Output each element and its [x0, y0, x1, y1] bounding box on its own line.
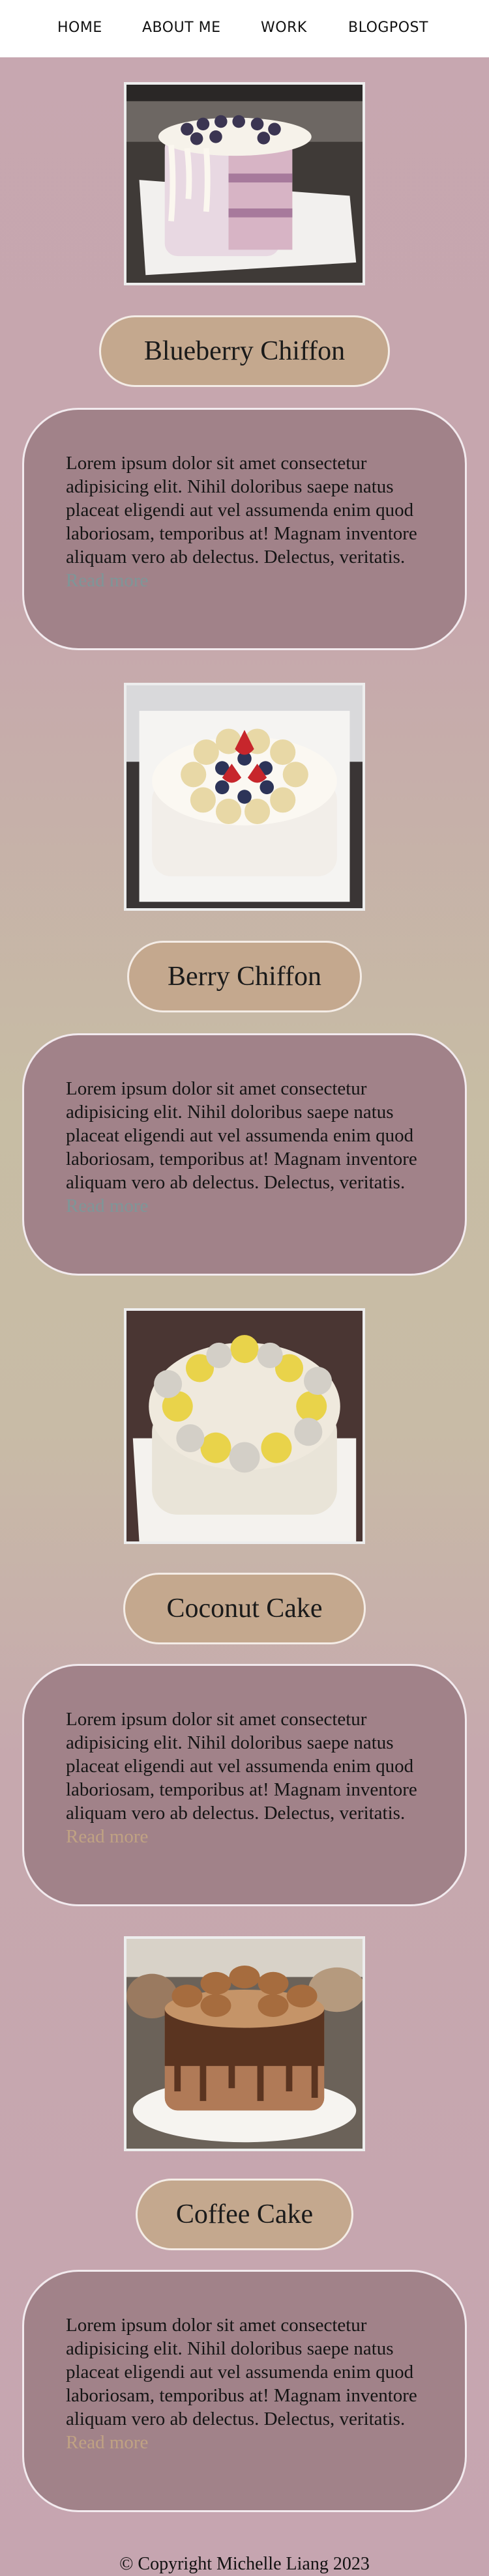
read-more-link[interactable]: Read more [66, 1826, 148, 1847]
nav-home-link[interactable]: HOME [57, 20, 102, 36]
berry-chiffon-photo [124, 683, 365, 911]
nav-about-me-link[interactable]: ABOUT ME [142, 20, 221, 36]
cake-description-text: Lorem ipsum dolor sit amet consectetur a… [66, 2315, 417, 2429]
cake-title-coconut-cake: Coconut Cake [123, 1573, 366, 1644]
cake-description-card: Lorem ipsum dolor sit amet consectetur a… [22, 408, 467, 650]
blueberry-chiffon-photo [124, 82, 365, 285]
nav-work-link[interactable]: WORK [261, 20, 307, 36]
cake-title-coffee-cake: Coffee Cake [136, 2179, 353, 2250]
cake-description-card: Lorem ipsum dolor sit amet consectetur a… [22, 2270, 467, 2512]
coffee-cake-photo [124, 1936, 365, 2151]
top-navigation: HOME ABOUT ME WORK BLOGPOST [0, 0, 489, 57]
cake-description-text: Lorem ipsum dolor sit amet consectetur a… [66, 453, 417, 567]
cake-title-blueberry-chiffon: Blueberry Chiffon [99, 315, 390, 387]
nav-blogpost-link[interactable]: BLOGPOST [348, 20, 428, 36]
cake-title-berry-chiffon: Berry Chiffon [127, 941, 362, 1012]
read-more-link[interactable]: Read more [66, 1195, 148, 1216]
read-more-link[interactable]: Read more [66, 2432, 148, 2453]
footer-copyright: © Copyright Michelle Liang 2023 [119, 2554, 370, 2574]
read-more-link[interactable]: Read more [66, 570, 148, 591]
cake-description-card: Lorem ipsum dolor sit amet consectetur a… [22, 1033, 467, 1276]
cake-description-card: Lorem ipsum dolor sit amet consectetur a… [22, 1664, 467, 1906]
cake-description-text: Lorem ipsum dolor sit amet consectetur a… [66, 1709, 417, 1824]
cake-description-text: Lorem ipsum dolor sit amet consectetur a… [66, 1078, 417, 1193]
coconut-cake-photo [124, 1308, 365, 1544]
